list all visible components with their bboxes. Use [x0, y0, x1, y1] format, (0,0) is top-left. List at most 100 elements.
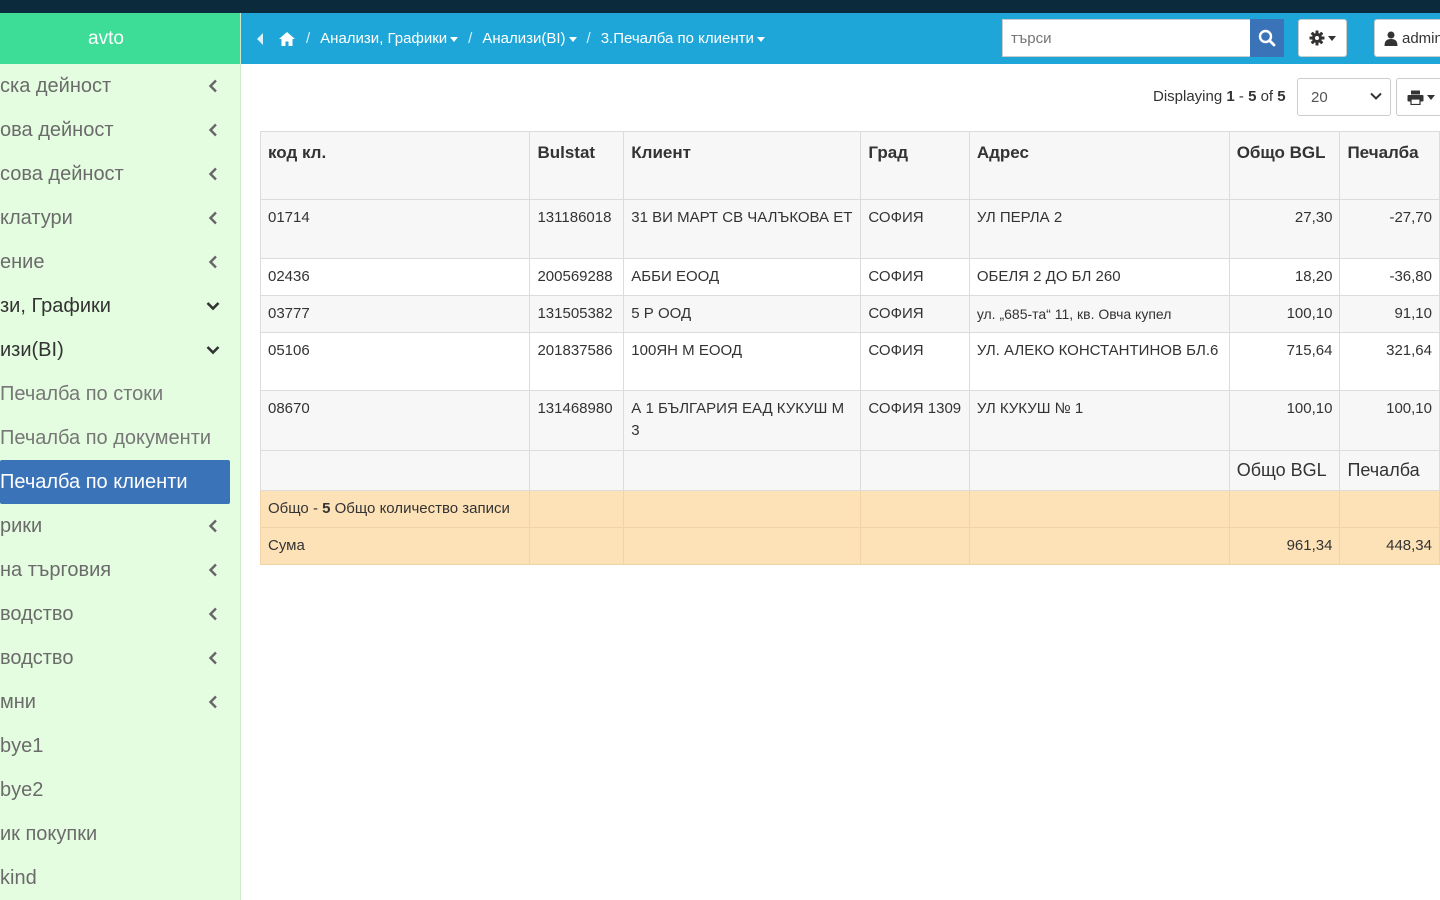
sidebar-item[interactable]: Печалба по стоки — [0, 372, 240, 416]
caret-down-icon — [1427, 94, 1435, 100]
cell-client-code: 03777 — [259, 295, 531, 333]
cell-bulstat: 201837586 — [529, 332, 625, 391]
cell-address: УЛ КУКУШ № 1 — [968, 390, 1230, 451]
column-header-profit[interactable]: Печалба — [1339, 131, 1440, 200]
table-row[interactable]: 02436 200569288 АББИ ЕООД СОФИЯ ОБЕЛЯ 2 … — [259, 258, 1440, 296]
cell-address: УЛ ПЕРЛА 2 — [968, 199, 1230, 259]
print-icon — [1407, 90, 1424, 105]
cell-client-code: 02436 — [259, 258, 531, 296]
home-icon[interactable] — [278, 31, 296, 47]
empty-cell — [529, 527, 625, 565]
empty-cell — [860, 450, 970, 491]
column-header-city[interactable]: Град — [860, 131, 970, 200]
empty-cell — [968, 527, 1230, 565]
sidebar-item[interactable]: bye2 — [0, 768, 240, 812]
sidebar-item[interactable]: Печалба по клиенти — [0, 460, 230, 504]
column-header-bulstat[interactable]: Bulstat — [529, 131, 625, 200]
settings-dropdown-button[interactable] — [1298, 19, 1347, 57]
cell-total-bgl: 18,20 — [1228, 258, 1341, 296]
user-name: admin — [1402, 29, 1440, 47]
breadcrumb-item-bi[interactable]: Анализи(BI) — [482, 30, 577, 47]
breadcrumb-label: Анализи, Графики — [320, 30, 448, 47]
table-row[interactable]: 01714 131186018 31 ВИ МАРТ СВ ЧАЛЪКОВА Е… — [259, 199, 1440, 259]
cell-client: 5 Р ООД — [623, 295, 862, 333]
breadcrumb-separator: / — [306, 30, 311, 47]
breadcrumb-label: 3.Печалба по клиенти — [600, 30, 754, 47]
sidebar-item[interactable]: изи(BI) — [0, 328, 240, 372]
back-arrow-icon[interactable] — [255, 32, 264, 46]
sidebar-item[interactable]: ение — [0, 240, 240, 284]
sidebar-item-label: bye2 — [0, 778, 44, 801]
chevron-left-icon — [208, 650, 220, 666]
pager-dash: - — [1238, 88, 1244, 105]
sidebar-item[interactable]: kind — [0, 856, 240, 900]
cell-client-code: 01714 — [259, 199, 531, 259]
column-header-total-bgl[interactable]: Общо BGL — [1228, 131, 1341, 200]
caret-down-icon — [756, 36, 765, 42]
search-icon — [1258, 29, 1276, 47]
sidebar-item[interactable]: сова дейност — [0, 152, 240, 196]
column-header-client[interactable]: Клиент — [623, 131, 862, 200]
breadcrumb-item-current[interactable]: 3.Печалба по клиенти — [601, 30, 765, 47]
sidebar-item-label: Печалба по документи — [0, 426, 212, 449]
summary-count-suffix: Общо количество записи — [334, 500, 510, 517]
sidebar-item[interactable]: зи, Графики — [0, 284, 240, 328]
cell-address: ул. „685-та“ 11, кв. Овча купел — [968, 295, 1230, 333]
chevron-down-icon — [206, 342, 220, 358]
cell-address: УЛ. АЛЕКО КОНСТАНТИНОВ БЛ.6 — [968, 332, 1230, 391]
column-header-address[interactable]: Адрес — [968, 131, 1230, 200]
cell-bulstat: 131505382 — [529, 295, 625, 333]
sidebar-item[interactable]: мни — [0, 680, 240, 724]
sidebar-item[interactable]: bye1 — [0, 724, 240, 768]
sidebar: avto ска дейност ова дейност сова дейност к… — [0, 13, 241, 900]
cell-client: 100ЯН М ЕООД — [623, 332, 862, 391]
column-header-client-code[interactable]: код кл. — [259, 131, 531, 200]
breadcrumb-item-analyses[interactable]: Анализи, Графики — [320, 30, 459, 47]
sidebar-item[interactable]: ик покупки — [0, 812, 240, 856]
table-header-row: код кл. Bulstat Клиент Град Адрес Общо B… — [259, 131, 1440, 200]
caret-down-icon — [450, 36, 459, 42]
table-row[interactable]: 03777 131505382 5 Р ООД СОФИЯ ул. „685-т… — [259, 295, 1440, 333]
empty-cell — [968, 450, 1230, 491]
cell-city: СОФИЯ — [860, 199, 970, 259]
sidebar-item[interactable]: ова дейност — [0, 108, 240, 152]
empty-cell — [860, 490, 970, 528]
user-menu-button[interactable]: admin — [1374, 19, 1440, 57]
sidebar-item[interactable]: на търговия — [0, 548, 240, 592]
sidebar-item[interactable]: ска дейност — [0, 64, 240, 108]
cell-bulstat: 131468980 — [529, 390, 625, 451]
sidebar-item[interactable]: Печалба по документи — [0, 416, 240, 460]
table-row[interactable]: 08670 131468980 А 1 БЪЛГАРИЯ ЕАД КУКУШ М… — [259, 390, 1440, 451]
cell-address: ОБЕЛЯ 2 ДО БЛ 260 — [968, 258, 1230, 296]
cell-bulstat: 200569288 — [529, 258, 625, 296]
brand-title[interactable]: avto — [0, 13, 240, 64]
sidebar-item[interactable]: рики — [0, 504, 240, 548]
search-input[interactable] — [1002, 19, 1251, 57]
user-icon — [1384, 31, 1398, 46]
sidebar-item-label: мни — [0, 690, 36, 713]
print-dropdown-button[interactable] — [1396, 78, 1440, 116]
sidebar-item-label: изи(BI) — [0, 338, 64, 361]
breadcrumb-label: Анализи(BI) — [482, 30, 566, 47]
sidebar-item[interactable]: клатури — [0, 196, 240, 240]
breadcrumb-separator: / — [586, 30, 591, 47]
cell-city: СОФИЯ — [860, 332, 970, 391]
cell-city: СОФИЯ 1309 — [860, 390, 970, 451]
sidebar-item[interactable]: водство — [0, 592, 240, 636]
summary-sum-row: Сума 961,34 448,34 — [259, 527, 1440, 565]
table-row[interactable]: 05106 201837586 100ЯН М ЕООД СОФИЯ УЛ. А… — [259, 332, 1440, 391]
cell-client: 31 ВИ МАРТ СВ ЧАЛЪКОВА ЕТ — [623, 199, 862, 259]
page-size-select[interactable]: 20 — [1297, 78, 1391, 116]
pager-total: 5 — [1277, 88, 1286, 105]
search-button[interactable] — [1250, 19, 1284, 57]
sidebar-item-label: зи, Графики — [0, 294, 111, 317]
cell-total-bgl: 100,10 — [1228, 390, 1341, 451]
empty-cell — [1228, 490, 1341, 528]
summary-count: 5 — [322, 500, 331, 517]
sidebar-item[interactable]: водство — [0, 636, 240, 680]
summary-sum-label: Сума — [259, 527, 531, 565]
summary-count-cell: Общо - 5 Общо количество записи — [259, 490, 531, 528]
chevron-down-icon — [1370, 92, 1382, 101]
cell-client: АББИ ЕООД — [623, 258, 862, 296]
empty-cell — [259, 450, 531, 491]
